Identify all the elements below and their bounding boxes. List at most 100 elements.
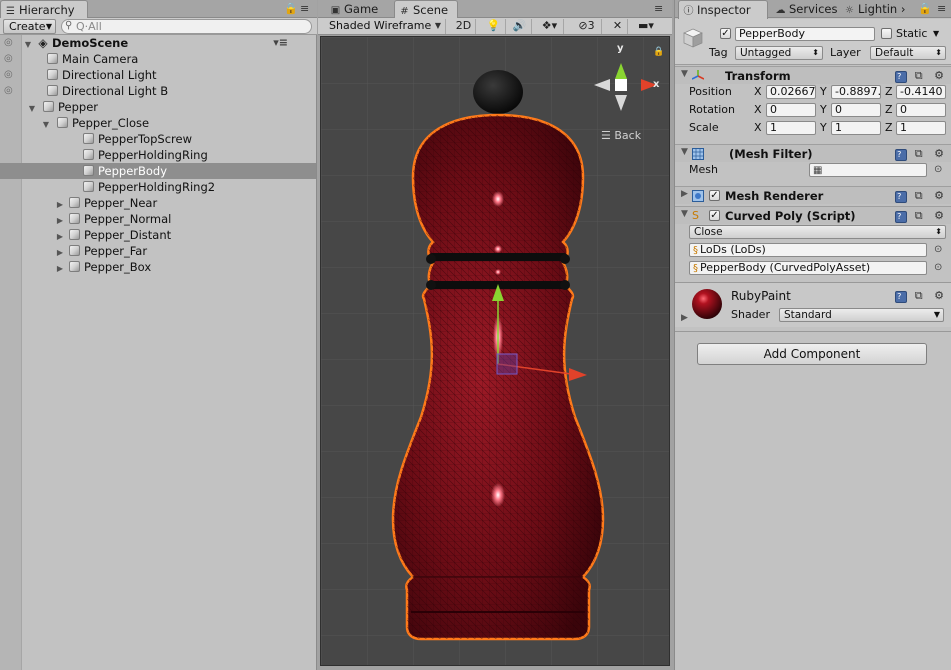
object-picker-icon[interactable]: ⊙ (934, 244, 942, 255)
hierarchy-item-pepper-holding-ring2[interactable]: PepperHoldingRing2 (23, 179, 316, 195)
shader-dropdown[interactable]: Standard ▼ (779, 308, 944, 322)
help-book-icon[interactable]: ? (895, 291, 908, 303)
tab-inspector[interactable]: ⓘ Inspector (678, 0, 768, 19)
preset-sliders-icon[interactable]: ⧉ (915, 189, 927, 202)
camera-settings-icon[interactable]: ▬▾ (632, 19, 660, 34)
object-name-field[interactable]: PepperBody (735, 27, 875, 41)
xy-plane-handle[interactable] (496, 353, 518, 375)
gizmo-center-cube[interactable] (615, 79, 627, 91)
hierarchy-item-pepper-near[interactable]: ▶ Pepper_Near (23, 195, 316, 211)
lock-icon[interactable]: 🔒 (918, 2, 932, 15)
mesh-renderer-header[interactable]: ▶ ✓ Mesh Renderer ? ⧉ ⚙ (675, 186, 951, 204)
hidden-eye-icon[interactable]: ◎ (4, 86, 18, 96)
foldout-open-icon[interactable]: ▼ (681, 209, 688, 219)
tab-overflow-icon[interactable]: › (897, 2, 906, 16)
hierarchy-item-pepper-top-screw[interactable]: PepperTopScrew (23, 131, 316, 147)
hidden-eye-icon[interactable]: ◎ (4, 54, 18, 64)
foldout-closed-icon[interactable]: ▶ (681, 189, 688, 199)
tab-game[interactable]: ▣ Game (326, 0, 392, 18)
hierarchy-item-pepper-close[interactable]: ▼ Pepper_Close (23, 115, 316, 131)
settings-gear-icon[interactable]: ⚙ (934, 209, 948, 222)
panel-menu-icon[interactable]: ≡ (300, 2, 309, 15)
mesh-renderer-enabled-checkbox[interactable]: ✓ (709, 190, 720, 201)
curved-poly-asset-field[interactable]: § PepperBody (CurvedPolyAsset) (689, 261, 927, 275)
hidden-eye-icon[interactable]: ◎ (4, 38, 18, 48)
lod-dropdown[interactable]: Close ⬍ (689, 225, 946, 239)
scene-row[interactable]: ▼ ◈ DemoScene ▾≡ (23, 35, 316, 51)
curved-poly-header[interactable]: ▼ S ✓ Curved Poly (Script) ? ⧉ ⚙ (675, 206, 951, 224)
object-picker-icon[interactable]: ⊙ (934, 164, 942, 175)
position-y-field[interactable]: -0.8897… (831, 85, 881, 99)
static-dropdown-arrow-icon[interactable]: ▼ (933, 27, 939, 41)
object-picker-icon[interactable]: ⊙ (934, 262, 942, 273)
rotation-z-field[interactable]: 0 (896, 103, 946, 117)
tab-scene[interactable]: # Scene (394, 0, 458, 19)
rotation-x-field[interactable]: 0 (766, 103, 816, 117)
static-checkbox[interactable] (881, 28, 892, 39)
hierarchy-item-pepper-distant[interactable]: ▶ Pepper_Distant (23, 227, 316, 243)
hidden-objects-toggle[interactable]: ⊘3 (572, 19, 602, 34)
preset-sliders-icon[interactable]: ⧉ (915, 69, 927, 82)
settings-gear-icon[interactable]: ⚙ (934, 69, 948, 82)
effects-toggle-icon[interactable]: ❖▾ (536, 19, 564, 34)
mesh-filter-header[interactable]: ▼ (Mesh Filter) ? ⧉ ⚙ (675, 144, 951, 162)
settings-gear-icon[interactable]: ⚙ (934, 147, 948, 160)
help-book-icon[interactable]: ? (895, 149, 908, 161)
hierarchy-item-pepper-normal[interactable]: ▶ Pepper_Normal (23, 211, 316, 227)
hidden-eye-icon[interactable]: ◎ (4, 70, 18, 80)
transform-header[interactable]: ▼ Transform ? ⧉ ⚙ (675, 66, 951, 84)
transform-axes-icon (692, 70, 704, 80)
hierarchy-item-pepper-holding-ring[interactable]: PepperHoldingRing (23, 147, 316, 163)
scale-z-field[interactable]: 1 (896, 121, 946, 135)
position-z-field[interactable]: -0.4140 (896, 85, 946, 99)
rotation-y-field[interactable]: 0 (831, 103, 881, 117)
help-book-icon[interactable]: ? (895, 211, 908, 223)
toggle-2d-button[interactable]: 2D (452, 19, 476, 34)
add-component-button[interactable]: Add Component (697, 343, 927, 365)
audio-toggle-icon[interactable]: 🔊 (508, 19, 532, 34)
curved-poly-enabled-checkbox[interactable]: ✓ (709, 210, 720, 221)
panel-menu-icon[interactable]: ≡ (654, 2, 663, 15)
layer-dropdown[interactable]: Default ⬍ (870, 46, 946, 60)
tab-lighting[interactable]: ☼ Lightin › (840, 0, 912, 18)
scene-menu-icon[interactable]: ▾≡ (273, 35, 288, 51)
panel-menu-icon[interactable]: ≡ (937, 2, 946, 15)
help-book-icon[interactable]: ? (895, 71, 908, 83)
lighting-toggle-icon[interactable]: 💡 (482, 19, 506, 34)
tools-icon[interactable]: ✕ (608, 19, 628, 34)
preset-sliders-icon[interactable]: ⧉ (915, 289, 927, 302)
hierarchy-item-pepper-far[interactable]: ▶ Pepper_Far (23, 243, 316, 259)
active-checkbox[interactable]: ✓ (720, 28, 731, 39)
create-button[interactable]: Create ▼ (3, 19, 56, 34)
hierarchy-search-input[interactable]: ⚲ Q·All (61, 19, 312, 34)
settings-gear-icon[interactable]: ⚙ (934, 289, 948, 302)
hierarchy-item-directional-light-b[interactable]: Directional Light B (23, 83, 316, 99)
preset-sliders-icon[interactable]: ⧉ (915, 209, 927, 222)
shading-mode-dropdown[interactable]: Shaded Wireframe ▼ (324, 19, 446, 34)
hierarchy-item-main-camera[interactable]: Main Camera (23, 51, 316, 67)
help-book-icon[interactable]: ? (895, 191, 908, 203)
mesh-object-field[interactable]: ▦ (809, 163, 927, 177)
hierarchy-item-pepper[interactable]: ▼ Pepper (23, 99, 316, 115)
hierarchy-item-pepper-box[interactable]: ▶ Pepper_Box (23, 259, 316, 275)
position-x-field[interactable]: 0.02667 (766, 85, 816, 99)
foldout-open-icon[interactable]: ▼ (681, 147, 688, 157)
tab-hierarchy[interactable]: ☰ Hierarchy (0, 0, 88, 19)
hierarchy-item-directional-light[interactable]: Directional Light (23, 67, 316, 83)
hierarchy-item-pepper-body[interactable]: PepperBody (0, 163, 316, 179)
scale-y-field[interactable]: 1 (831, 121, 881, 135)
tab-services[interactable]: ☁ Services (771, 0, 838, 18)
scene-viewport[interactable]: y x 🔒 ☰ Back (320, 36, 670, 666)
gizmo-lock-icon[interactable]: 🔒 (653, 47, 664, 57)
preset-sliders-icon[interactable]: ⧉ (915, 147, 927, 160)
foldout-closed-icon[interactable]: ▶ (681, 313, 688, 323)
settings-gear-icon[interactable]: ⚙ (934, 189, 948, 202)
foldout-open-icon[interactable]: ▼ (681, 69, 688, 79)
material-preview-sphere[interactable] (691, 288, 723, 320)
scale-x-field[interactable]: 1 (766, 121, 816, 135)
lods-object-field[interactable]: § LoDs (LoDs) (689, 243, 927, 257)
foldout-closed-icon[interactable]: ▶ (55, 261, 65, 277)
gizmo-view-label[interactable]: ☰ Back (601, 129, 641, 142)
tag-dropdown[interactable]: Untagged ⬍ (735, 46, 823, 60)
lock-icon[interactable]: 🔒 (284, 2, 298, 15)
